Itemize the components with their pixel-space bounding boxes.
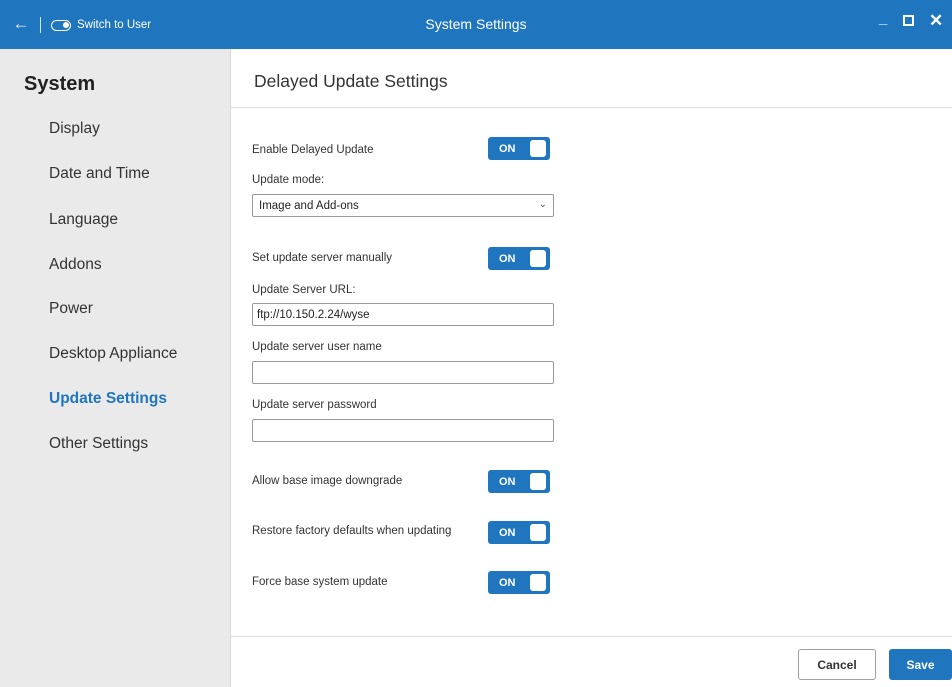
set-server-manually-label: Set update server manually — [252, 252, 392, 264]
sidebar-item-power[interactable]: Power — [49, 300, 93, 318]
restore-defaults-label: Restore factory defaults when updating — [252, 525, 452, 537]
toggle-state-text: ON — [499, 476, 516, 488]
toggle-knob — [530, 140, 546, 157]
toggle-state-text: ON — [499, 577, 516, 589]
toggle-knob — [530, 473, 546, 490]
server-password-input[interactable] — [252, 419, 554, 442]
switch-to-user-label: Switch to User — [77, 19, 152, 31]
restore-defaults-toggle[interactable]: ON — [488, 521, 550, 544]
update-mode-label: Update mode: — [252, 174, 325, 186]
server-url-input[interactable] — [252, 303, 554, 326]
server-url-label: Update Server URL: — [252, 284, 356, 296]
back-arrow-icon[interactable]: ← — [12, 14, 30, 33]
footer-divider — [231, 636, 952, 637]
sidebar: System Display Date and Time Language Ad… — [0, 49, 231, 687]
update-mode-select[interactable]: Image and Add-ons ⌄ — [252, 194, 554, 217]
title-bar-divider — [40, 17, 41, 33]
toggle-icon — [51, 19, 71, 31]
allow-downgrade-toggle[interactable]: ON — [488, 470, 550, 493]
enable-delayed-update-label: Enable Delayed Update — [252, 144, 374, 156]
toggle-state-text: ON — [499, 253, 516, 265]
maximize-icon[interactable] — [903, 15, 914, 26]
sidebar-item-addons[interactable]: Addons — [49, 256, 102, 274]
sidebar-item-display[interactable]: Display — [49, 120, 100, 138]
sidebar-item-language[interactable]: Language — [49, 211, 118, 229]
switch-to-user-button[interactable]: Switch to User — [51, 15, 151, 35]
enable-delayed-update-toggle[interactable]: ON — [488, 137, 550, 160]
cancel-button[interactable]: Cancel — [798, 649, 876, 680]
title-bar: ← Switch to User System Settings _ ✕ — [0, 0, 952, 49]
force-update-label: Force base system update — [252, 576, 388, 588]
sidebar-item-update-settings[interactable]: Update Settings — [49, 390, 167, 408]
sidebar-item-desktop-appliance[interactable]: Desktop Appliance — [49, 345, 177, 363]
sidebar-item-other-settings[interactable]: Other Settings — [49, 435, 148, 453]
header-divider — [231, 107, 952, 108]
allow-downgrade-label: Allow base image downgrade — [252, 475, 403, 487]
toggle-knob — [530, 250, 546, 267]
sidebar-item-date-and-time[interactable]: Date and Time — [49, 165, 150, 183]
toggle-knob — [530, 524, 546, 541]
chevron-down-icon: ⌄ — [538, 199, 547, 210]
toggle-state-text: ON — [499, 527, 516, 539]
server-user-label: Update server user name — [252, 341, 382, 353]
window-title: System Settings — [425, 16, 527, 32]
server-password-label: Update server password — [252, 399, 377, 411]
main-panel: Delayed Update Settings Enable Delayed U… — [231, 49, 952, 687]
toggle-knob — [530, 574, 546, 591]
set-server-manually-toggle[interactable]: ON — [488, 247, 550, 270]
minimize-icon[interactable]: _ — [879, 10, 887, 27]
close-icon[interactable]: ✕ — [929, 11, 943, 31]
server-user-input[interactable] — [252, 361, 554, 384]
force-update-toggle[interactable]: ON — [488, 571, 550, 594]
sidebar-heading: System — [24, 73, 96, 95]
update-mode-value: Image and Add-ons — [259, 200, 359, 212]
save-button[interactable]: Save — [889, 649, 952, 680]
page-title: Delayed Update Settings — [254, 71, 448, 91]
toggle-state-text: ON — [499, 143, 516, 155]
